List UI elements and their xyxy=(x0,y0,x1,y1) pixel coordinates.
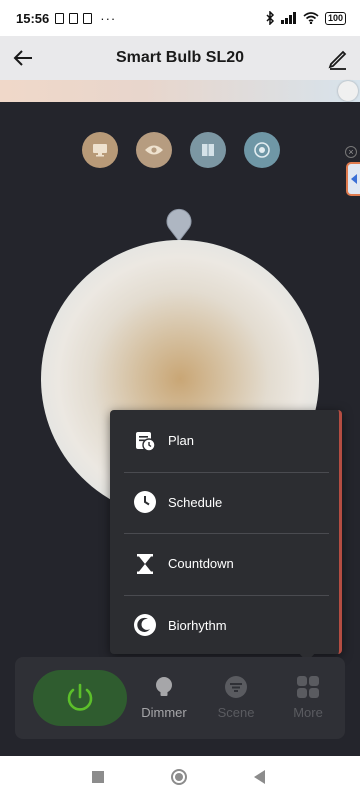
mode-reading-button[interactable] xyxy=(190,132,226,168)
mode-selector xyxy=(82,132,280,168)
slider-knob[interactable] xyxy=(338,81,358,101)
page-title: Smart Bulb SL20 xyxy=(115,49,245,66)
wifi-icon xyxy=(303,12,319,24)
tab-label: Scene xyxy=(217,705,255,720)
back-arrow-icon[interactable] xyxy=(10,44,38,72)
tab-label: Dimmer xyxy=(141,705,187,720)
mode-computer-button[interactable] xyxy=(82,132,118,168)
edit-pencil-icon[interactable] xyxy=(324,44,352,72)
tab-more[interactable]: More xyxy=(273,675,343,720)
menu-item-label: Plan xyxy=(168,433,195,449)
scene-icon xyxy=(225,676,247,698)
eye-icon xyxy=(145,145,163,155)
menu-item-label: Schedule xyxy=(168,494,223,510)
mode-eye-button[interactable] xyxy=(136,132,172,168)
status-bar: 15:56 ··· 100 xyxy=(0,0,360,36)
power-icon xyxy=(67,683,93,711)
clock-icon xyxy=(132,489,158,515)
tab-scene[interactable]: Scene xyxy=(201,675,271,720)
back-triangle-icon[interactable] xyxy=(254,770,265,784)
power-button[interactable] xyxy=(33,670,127,726)
status-time: 15:56 xyxy=(16,10,50,26)
color-picker-pin[interactable] xyxy=(166,208,192,242)
mode-spotlight-button[interactable] xyxy=(244,132,280,168)
menu-item-label: Countdown xyxy=(168,556,234,572)
bottom-control-panel: Dimmer Scene More xyxy=(15,657,345,739)
menu-item-countdown[interactable]: Countdown xyxy=(110,533,339,595)
bluetooth-icon xyxy=(266,11,275,25)
signal-icon xyxy=(280,12,296,24)
menu-item-schedule[interactable]: Schedule xyxy=(110,471,339,534)
system-navigation-bar xyxy=(0,756,360,800)
target-icon xyxy=(254,142,270,158)
side-tab-close-icon[interactable]: × xyxy=(345,146,357,158)
calendar-clock-icon xyxy=(132,428,158,454)
monitor-icon xyxy=(93,144,107,157)
book-icon xyxy=(202,144,214,156)
grid-more-icon xyxy=(297,676,319,698)
menu-item-biorhythm[interactable]: Biorhythm xyxy=(110,594,339,657)
menu-item-label: Biorhythm xyxy=(168,617,227,633)
battery-indicator: 100 xyxy=(324,11,346,25)
hourglass-icon xyxy=(132,551,158,577)
moon-clock-icon xyxy=(132,612,158,638)
app-bar: Smart Bulb SL20 xyxy=(0,36,360,80)
tab-dimmer[interactable]: Dimmer xyxy=(129,675,199,720)
notification-icon xyxy=(83,12,93,24)
notification-icon xyxy=(69,12,79,24)
temperature-slider[interactable] xyxy=(0,80,360,102)
side-panel-tab[interactable] xyxy=(346,162,360,196)
more-menu-popup: Plan Schedule Countdown Biorhythm xyxy=(110,410,342,654)
menu-item-plan[interactable]: Plan xyxy=(110,410,339,472)
recent-apps-icon[interactable] xyxy=(92,771,104,783)
chevron-left-icon xyxy=(351,174,357,184)
bulb-icon xyxy=(156,677,172,696)
tab-label: More xyxy=(293,705,323,720)
home-icon[interactable] xyxy=(171,769,187,785)
more-notifications-indicator: ··· xyxy=(100,10,117,26)
notification-icon xyxy=(55,12,65,24)
